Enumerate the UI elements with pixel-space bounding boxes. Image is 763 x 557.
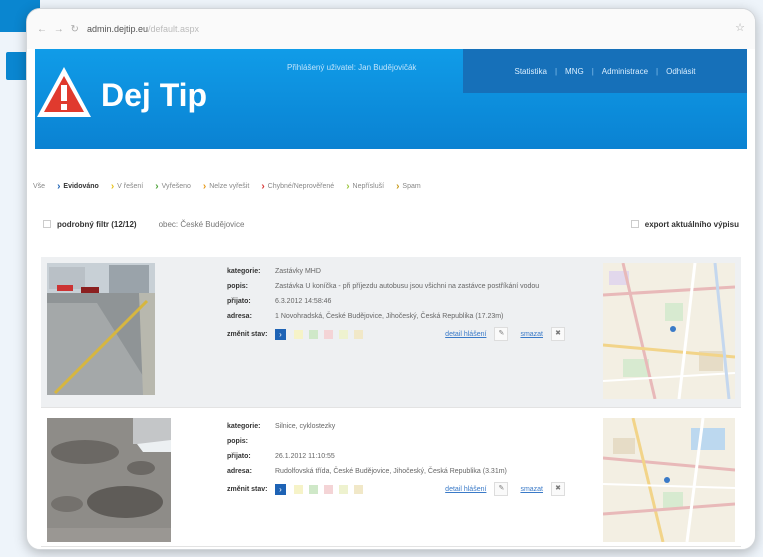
tab-label: Nepřísluší xyxy=(352,183,385,190)
received-value: 6.3.2012 14:58:46 xyxy=(275,298,332,305)
filter-bar: podrobný filtr (12/12) obec: České Buděj… xyxy=(43,216,739,232)
nav-statistika[interactable]: Statistika xyxy=(515,67,547,76)
category-value: Zastávky MHD xyxy=(275,268,321,275)
report-photo[interactable] xyxy=(47,418,171,542)
status-evidovano-button[interactable]: › xyxy=(275,328,286,340)
status-v-reseni-button[interactable] xyxy=(294,329,303,339)
category-label: kategorie: xyxy=(227,423,261,430)
received-label: přijato: xyxy=(227,298,251,305)
warning-sign-icon xyxy=(37,67,91,117)
url-path: /default.aspx xyxy=(147,24,200,34)
status-tabs: Vše › Evidováno › V řešení › Vyřešeno › Nelz… xyxy=(33,181,433,192)
tab-label: V řešení xyxy=(117,183,144,190)
report-photo[interactable] xyxy=(47,263,155,395)
site-logo-text: Dej Tip xyxy=(101,77,208,113)
report-card: kategorie: Zastávky MHD popis: Zastávka U … xyxy=(41,257,741,408)
url-domain: admin.dejtip.eu xyxy=(86,24,148,34)
description-value xyxy=(275,437,577,446)
nav-odhlasit[interactable]: Odhlásit xyxy=(666,67,695,76)
delete-icon[interactable]: ✖ xyxy=(551,482,565,496)
status-evidovano-button[interactable]: › xyxy=(275,483,286,495)
address-value: Rudolfovská třída, České Budějovice, Jih… xyxy=(275,468,507,475)
chevron-right-icon: › xyxy=(396,181,400,192)
status-vyreseno-button[interactable] xyxy=(309,329,318,339)
tab-label: Chybné/Neprověřené xyxy=(267,183,335,190)
tab-label: Nelze vyřešit xyxy=(209,183,250,190)
status-v-reseni-button[interactable] xyxy=(294,484,303,494)
status-neprislusi-button[interactable] xyxy=(339,329,348,339)
address-label: adresa: xyxy=(227,313,252,320)
report-details: kategorie: Zastávky MHD popis: Zastávka U … xyxy=(227,267,577,341)
delete-link[interactable]: smazat xyxy=(520,486,543,493)
filter-toggle-icon[interactable] xyxy=(43,220,51,228)
detail-link[interactable]: detail hlášení xyxy=(445,331,486,338)
chevron-right-icon: › xyxy=(110,181,115,192)
category-value: Silnice, cyklostezky xyxy=(275,423,336,430)
nav-separator: | xyxy=(591,66,594,76)
status-spam-button[interactable] xyxy=(354,329,363,339)
address-value: 1 Novohradská, České Budějovice, Jihočes… xyxy=(275,313,504,320)
tab-label: Vyřešeno xyxy=(161,183,191,190)
edit-pencil-icon[interactable]: ✎ xyxy=(494,482,509,496)
location-map[interactable] xyxy=(603,263,735,399)
tab-chybne[interactable]: › Chybné/Neprověřené xyxy=(261,181,334,192)
status-vyreseno-button[interactable] xyxy=(309,484,318,494)
chevron-right-icon: › xyxy=(57,181,61,192)
chevron-right-icon: › xyxy=(261,181,265,192)
tab-vyreseno[interactable]: › Vyřešeno xyxy=(155,181,191,192)
status-chybne-button[interactable] xyxy=(324,329,333,339)
detailed-filter-link[interactable]: podrobný filtr (12/12) xyxy=(57,220,137,229)
address-label: adresa: xyxy=(227,468,252,475)
description-value: Zastávka U koníčka - při příjezdu autobu… xyxy=(275,283,540,290)
status-label: změnit stav: xyxy=(227,330,268,338)
status-spam-button[interactable] xyxy=(354,484,363,494)
report-details: kategorie: Silnice, cyklostezky popis: př… xyxy=(227,422,577,496)
tab-spam[interactable]: › Spam xyxy=(396,181,421,192)
tab-label: Vše xyxy=(33,183,46,190)
status-row: změnit stav: › detail hlášení ✎ smazat ✖ xyxy=(227,482,577,496)
filter-obec: obec: České Budějovice xyxy=(158,219,245,229)
chevron-right-icon: › xyxy=(155,181,159,192)
received-label: přijato: xyxy=(227,453,251,460)
export-label: export aktuálního výpisu xyxy=(644,219,739,229)
export-button[interactable]: export aktuálního výpisu xyxy=(630,219,739,229)
delete-icon[interactable]: ✖ xyxy=(551,327,565,341)
detail-link[interactable]: detail hlášení xyxy=(445,486,486,493)
tab-evidovano[interactable]: › Evidováno xyxy=(57,181,99,192)
export-icon xyxy=(630,220,639,228)
status-neprislusi-button[interactable] xyxy=(339,484,348,494)
nav-separator: | xyxy=(656,66,659,76)
chevron-right-icon: › xyxy=(202,181,207,192)
nav-separator: | xyxy=(554,66,558,76)
tab-label: Spam xyxy=(402,183,421,190)
location-map[interactable] xyxy=(603,418,735,542)
tab-label: Evidováno xyxy=(63,183,99,190)
edit-pencil-icon[interactable]: ✎ xyxy=(494,327,509,341)
status-row: změnit stav: › detail hlášení ✎ smazat ✖ xyxy=(227,327,577,341)
chevron-right-icon: › xyxy=(346,181,350,192)
bookmark-star-icon[interactable]: ☆ xyxy=(735,21,745,34)
tab-neprislusi[interactable]: › Nepřísluší xyxy=(346,181,384,192)
tab-nelze-vyresit[interactable]: › Nelze vyřešit xyxy=(203,181,249,192)
browser-toolbar: ← → ↻ admin.dejtip.eu/default.aspx ☆ xyxy=(27,9,755,49)
description-label: popis: xyxy=(227,438,248,445)
browser-nav-buttons[interactable]: ← → ↻ xyxy=(37,24,81,35)
received-value: 26.1.2012 11:10:55 xyxy=(275,453,335,460)
status-chybne-button[interactable] xyxy=(324,484,333,494)
description-label: popis: xyxy=(227,283,248,290)
address-bar[interactable]: admin.dejtip.eu/default.aspx xyxy=(87,24,199,34)
category-label: kategorie: xyxy=(227,268,261,275)
tab-vse[interactable]: Vše xyxy=(33,183,45,190)
delete-link[interactable]: smazat xyxy=(520,331,543,338)
nav-administrace[interactable]: Administrace xyxy=(602,67,648,76)
nav-mng[interactable]: MNG xyxy=(565,67,584,76)
report-card: kategorie: Silnice, cyklostezky popis: př… xyxy=(41,412,741,547)
logged-in-user: Přihlášený uživatel: Jan Budějovičák xyxy=(287,63,417,72)
tab-v-reseni[interactable]: › V řešení xyxy=(111,181,143,192)
top-navigation: Statistika | MNG | Administrace | Odhlás… xyxy=(463,49,747,93)
site-header: Dej Tip Přihlášený uživatel: Jan Budějov… xyxy=(35,49,747,149)
status-label: změnit stav: xyxy=(227,485,268,493)
browser-window: ← → ↻ admin.dejtip.eu/default.aspx ☆ Dej… xyxy=(26,8,756,550)
